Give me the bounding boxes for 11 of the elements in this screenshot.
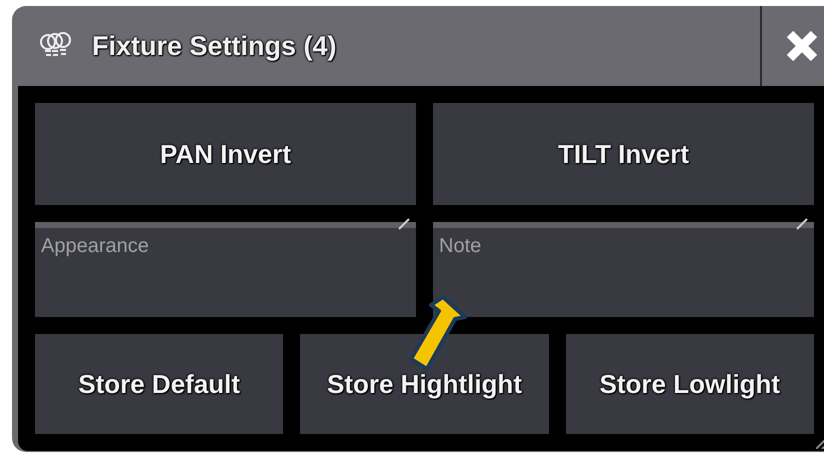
text-field[interactable]: Note — [433, 222, 814, 317]
text-field[interactable]: Appearance — [35, 222, 416, 317]
close-icon — [785, 29, 819, 63]
command-button[interactable]: Store Hightlight — [300, 334, 549, 434]
window-title: Fixture Settings (4) — [92, 30, 337, 63]
pencil-icon — [398, 218, 410, 230]
command-button[interactable]: PAN Invert — [35, 103, 416, 205]
command-button[interactable]: Store Default — [35, 334, 284, 434]
command-button[interactable]: Store Lowlight — [566, 334, 814, 434]
pencil-icon — [796, 218, 808, 230]
command-button[interactable]: TILT Invert — [433, 103, 814, 205]
